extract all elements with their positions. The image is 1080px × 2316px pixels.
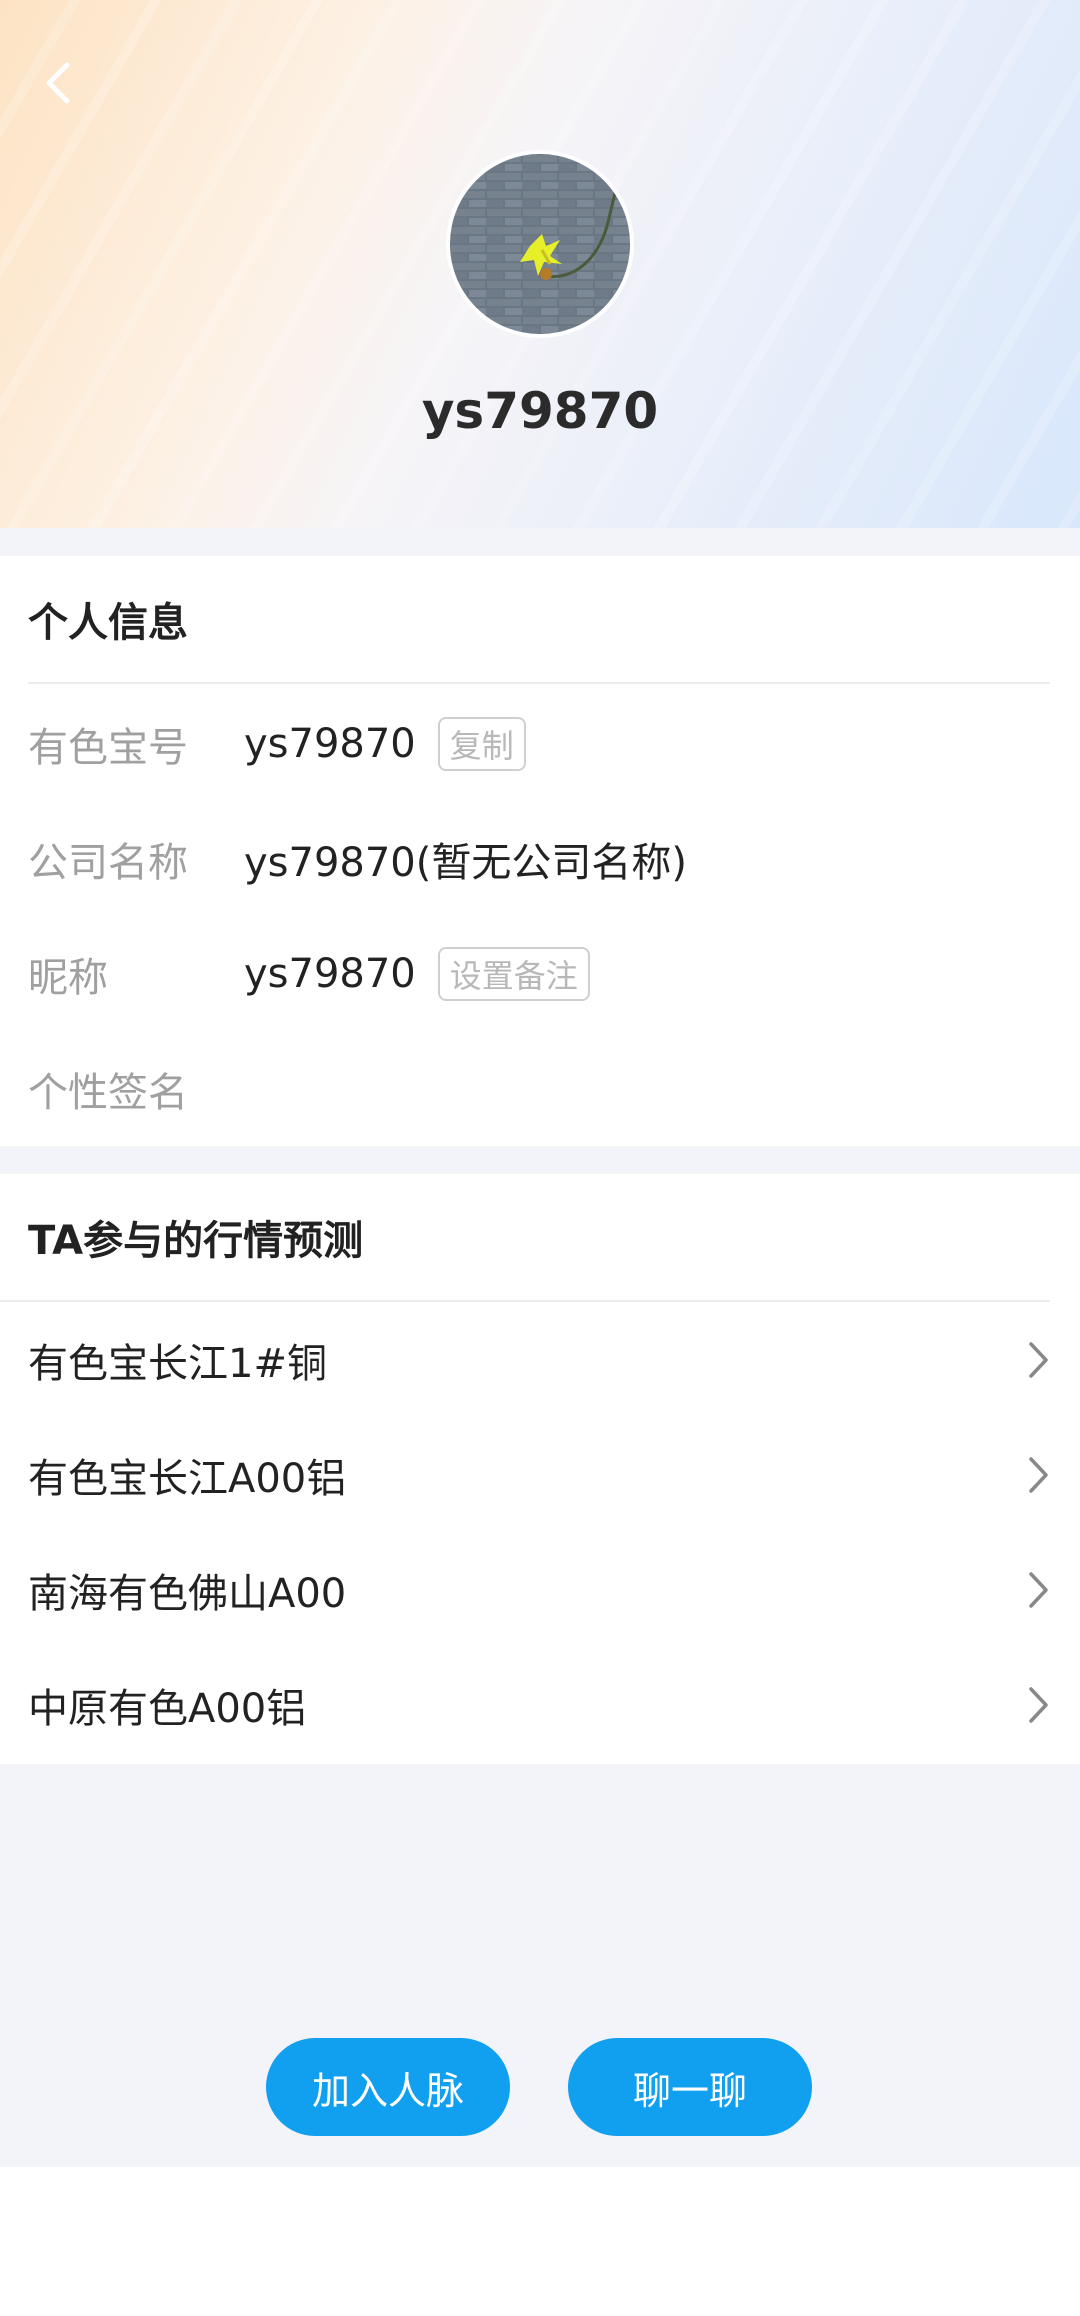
divider — [28, 682, 1050, 684]
signature-label: 个性签名 — [28, 1069, 188, 1116]
chat-button[interactable]: 聊一聊 — [568, 2038, 812, 2136]
nickname-value: ys79870 — [244, 950, 416, 997]
info-row-signature: 个性签名 — [0, 1031, 1080, 1146]
info-row-account: 有色宝号 ys79870 复制 — [0, 686, 1080, 801]
info-row-nickname: 昵称 ys79870 设置备注 — [0, 916, 1080, 1031]
prediction-item[interactable]: 中原有色A00铝 — [0, 1647, 1080, 1762]
chevron-right-icon — [1029, 1341, 1048, 1378]
chevron-right-icon — [1029, 1456, 1048, 1493]
prediction-item-label: 中原有色A00铝 — [28, 1685, 307, 1732]
avatar[interactable] — [446, 150, 634, 338]
predictions-title: TA参与的行情预测 — [28, 1218, 364, 1264]
chevron-right-icon — [1029, 1571, 1048, 1608]
profile-page: ys79870 个人信息 有色宝号 ys79870 复制 公司名称 ys7987… — [0, 0, 1080, 2316]
prediction-item-label: 有色宝长江1#铜 — [28, 1340, 327, 1387]
prediction-item[interactable]: 南海有色佛山A00 — [0, 1532, 1080, 1647]
chevron-left-icon — [46, 62, 70, 104]
avatar-image — [450, 154, 630, 334]
prediction-item[interactable]: 有色宝长江A00铝 — [0, 1417, 1080, 1532]
info-row-company: 公司名称 ys79870(暂无公司名称) — [0, 801, 1080, 916]
company-value: ys79870(暂无公司名称) — [244, 839, 687, 886]
prediction-item-label: 有色宝长江A00铝 — [28, 1455, 347, 1502]
personal-info-card: 个人信息 有色宝号 ys79870 复制 公司名称 ys79870(暂无公司名称… — [0, 556, 1080, 1146]
chevron-right-icon — [1029, 1686, 1048, 1723]
nickname-label: 昵称 — [28, 954, 108, 1001]
add-contact-button[interactable]: 加入人脉 — [266, 2038, 510, 2136]
account-label: 有色宝号 — [28, 724, 188, 771]
predictions-card: TA参与的行情预测 有色宝长江1#铜 有色宝长江A00铝 南海有色佛山A00 中… — [0, 1174, 1080, 1764]
profile-header: ys79870 — [0, 0, 1080, 528]
prediction-item[interactable]: 有色宝长江1#铜 — [0, 1302, 1080, 1417]
copy-button[interactable]: 复制 — [437, 716, 526, 771]
username: ys79870 — [421, 382, 659, 440]
back-button[interactable] — [30, 50, 86, 116]
company-label: 公司名称 — [28, 839, 188, 886]
bottom-area — [0, 2167, 1080, 2316]
account-value: ys79870 — [244, 720, 416, 767]
set-remark-button[interactable]: 设置备注 — [437, 946, 590, 1001]
prediction-item-label: 南海有色佛山A00 — [28, 1570, 347, 1617]
personal-info-title: 个人信息 — [28, 600, 188, 646]
